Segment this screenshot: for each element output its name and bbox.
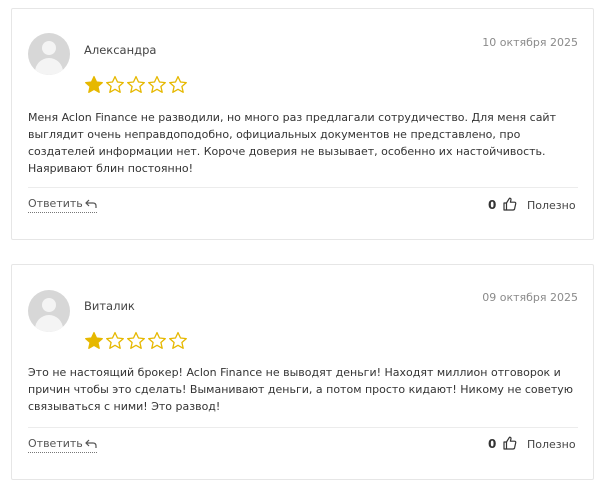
- review-text: Меня Aclon Finance не разводили, но мног…: [28, 111, 556, 175]
- review-card: Виталик 09 октября 2025 Это не настоящий…: [11, 264, 594, 480]
- reply-button[interactable]: Ответить: [28, 197, 97, 213]
- star-empty-icon: [169, 331, 187, 349]
- star-empty-icon: [169, 75, 187, 93]
- like-count: 0: [488, 437, 497, 451]
- star-empty-icon: [127, 331, 145, 349]
- reply-arrow-icon: [84, 439, 97, 448]
- star-empty-icon: [106, 331, 124, 349]
- star-filled-icon: [85, 75, 103, 93]
- useful-button[interactable]: Полезно: [527, 438, 576, 451]
- review-date: 10 октября 2025: [482, 36, 578, 49]
- user-placeholder-icon: [28, 33, 70, 75]
- reply-button[interactable]: Ответить: [28, 437, 97, 453]
- star-empty-icon: [106, 75, 124, 93]
- star-rating: [84, 331, 188, 351]
- star-rating: [84, 75, 188, 95]
- like-count: 0: [488, 198, 497, 212]
- review-text: Это не настоящий брокер! Aclon Finance н…: [28, 366, 574, 413]
- review-card: Александра 10 октября 2025 Меня Aclon Fi…: [11, 8, 594, 240]
- review-author: Александра: [84, 43, 157, 57]
- review-author: Виталик: [84, 299, 135, 313]
- reply-label: Ответить: [28, 197, 83, 210]
- user-placeholder-icon: [28, 290, 70, 332]
- divider: [28, 427, 578, 428]
- star-filled-icon: [85, 331, 103, 349]
- thumbs-up-icon[interactable]: [503, 197, 517, 211]
- reply-label: Ответить: [28, 437, 83, 450]
- reply-arrow-icon: [84, 199, 97, 208]
- useful-button[interactable]: Полезно: [527, 199, 576, 212]
- thumbs-up-icon[interactable]: [503, 436, 517, 450]
- star-empty-icon: [148, 331, 166, 349]
- review-date: 09 октября 2025: [482, 291, 578, 304]
- star-empty-icon: [148, 75, 166, 93]
- star-empty-icon: [127, 75, 145, 93]
- divider: [28, 187, 578, 188]
